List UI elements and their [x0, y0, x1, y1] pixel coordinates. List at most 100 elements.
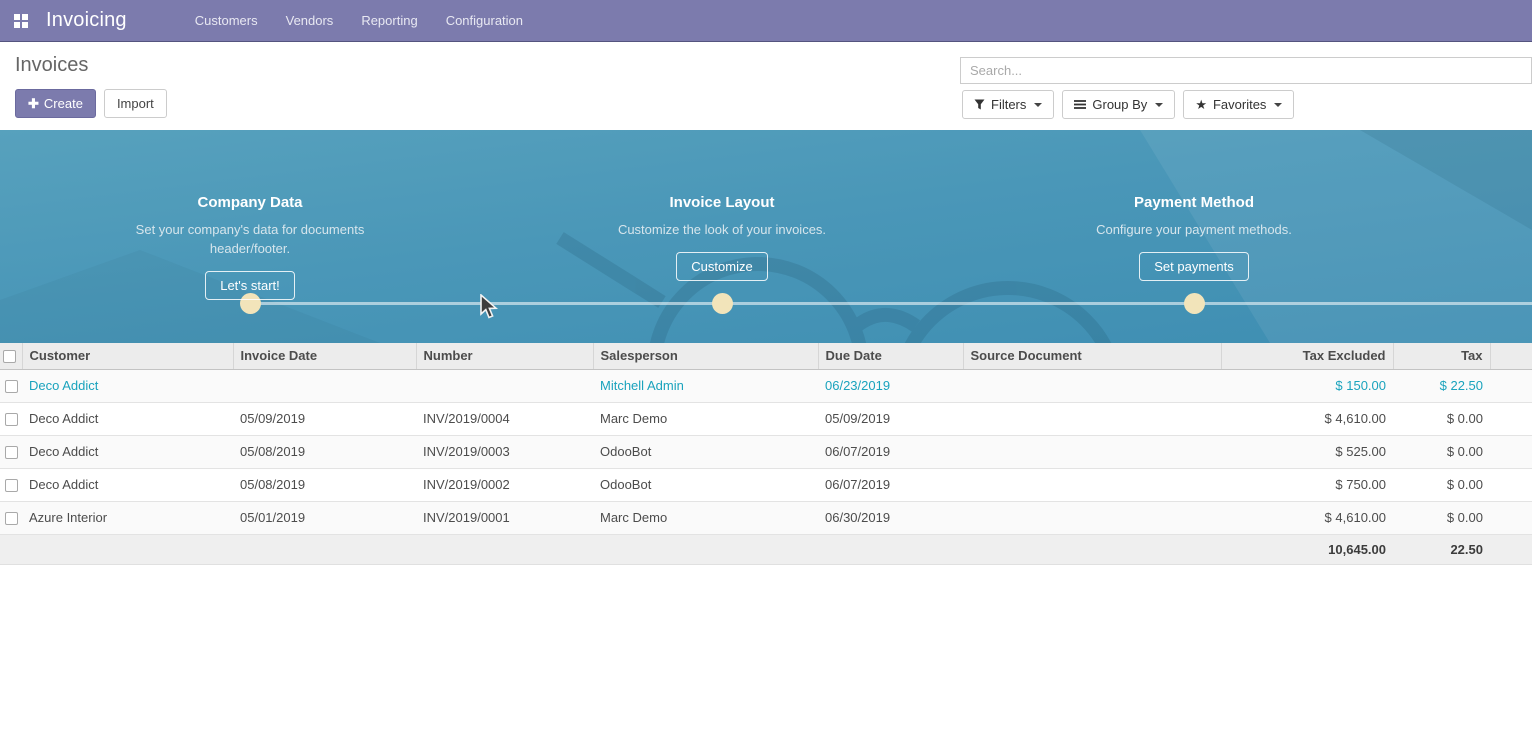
row-checkbox[interactable]	[5, 512, 18, 525]
favorites-label: Favorites	[1213, 97, 1266, 112]
cell-invoice-date: 05/08/2019	[233, 468, 416, 501]
invoice-row[interactable]: Deco Addict Mitchell Admin06/23/2019 $ 150…	[0, 369, 1532, 402]
cell-tax-excluded: $ 750.00	[1221, 468, 1393, 501]
total-tax: 22.50	[1393, 534, 1490, 564]
cell-invoice-date	[233, 369, 416, 402]
col-header-tax-excluded[interactable]: Tax Excluded	[1221, 343, 1393, 369]
invoice-rows: Deco Addict Mitchell Admin06/23/2019 $ 150…	[0, 369, 1532, 534]
customize-button[interactable]: Customize	[676, 252, 767, 281]
cell-tax: $ 0.00	[1393, 435, 1490, 468]
import-button-label: Import	[117, 96, 154, 111]
cell-salesperson: Marc Demo	[593, 402, 818, 435]
cell-customer: Deco Addict	[22, 468, 233, 501]
row-checkbox[interactable]	[5, 446, 18, 459]
step-description: Configure your payment methods.	[1077, 220, 1312, 239]
col-header-due-date[interactable]: Due Date	[818, 343, 963, 369]
cell-tax: $ 0.00	[1393, 468, 1490, 501]
cell-due-date: 06/30/2019	[818, 501, 963, 534]
col-header-customer[interactable]: Customer	[22, 343, 233, 369]
cell-salesperson: Marc Demo	[593, 501, 818, 534]
apps-grid-icon	[14, 14, 28, 28]
cell-customer: Azure Interior	[22, 501, 233, 534]
onboarding-step-invoice-layout: Invoice Layout Customize the look of you…	[562, 194, 882, 281]
import-button[interactable]: Import	[104, 89, 167, 118]
row-checkbox[interactable]	[5, 380, 18, 393]
cell-customer: Deco Addict	[22, 369, 233, 402]
cell-due-date: 06/07/2019	[818, 435, 963, 468]
lets-start-button[interactable]: Let's start!	[205, 271, 295, 300]
invoice-row[interactable]: Deco Addict05/08/2019INV/2019/0003OdooBo…	[0, 435, 1532, 468]
nav-item-customers[interactable]: Customers	[181, 0, 272, 42]
plus-icon: ✚	[28, 96, 39, 112]
cell-tax-excluded: $ 4,610.00	[1221, 501, 1393, 534]
filters-dropdown-button[interactable]: Filters	[962, 90, 1054, 119]
cell-number: INV/2019/0003	[416, 435, 593, 468]
col-header-extra	[1490, 343, 1532, 369]
row-select-cell	[0, 468, 22, 501]
cell-due-date: 06/07/2019	[818, 468, 963, 501]
cell-source-document	[963, 369, 1221, 402]
cell-tax-excluded: $ 150.00	[1221, 369, 1393, 402]
cell-invoice-date: 05/08/2019	[233, 435, 416, 468]
step-title: Invoice Layout	[562, 194, 882, 211]
step-description: Set your company's data for documents he…	[133, 220, 368, 258]
group-by-dropdown-button[interactable]: Group By	[1062, 90, 1175, 119]
cell-extra	[1490, 468, 1532, 501]
col-header-invoice-date[interactable]: Invoice Date	[233, 343, 416, 369]
filter-row: Filters Group By ★ Favorites	[962, 90, 1294, 119]
onboarding-progress-line	[250, 302, 1532, 305]
create-button-label: Create	[44, 96, 83, 111]
col-header-number[interactable]: Number	[416, 343, 593, 369]
col-header-source-document[interactable]: Source Document	[963, 343, 1221, 369]
cell-tax-excluded: $ 4,610.00	[1221, 402, 1393, 435]
select-all-checkbox[interactable]	[3, 350, 16, 363]
row-select-cell	[0, 501, 22, 534]
col-header-tax[interactable]: Tax	[1393, 343, 1490, 369]
invoice-row[interactable]: Azure Interior05/01/2019INV/2019/0001Mar…	[0, 501, 1532, 534]
onboarding-step-company-data: Company Data Set your company's data for…	[90, 194, 410, 300]
row-select-cell	[0, 435, 22, 468]
star-icon: ★	[1195, 98, 1207, 111]
favorites-dropdown-button[interactable]: ★ Favorites	[1183, 90, 1294, 119]
invoice-row[interactable]: Deco Addict 05/09/2019 INV/2019/0004Marc D…	[0, 402, 1532, 435]
nav-menu: Customers Vendors Reporting Configuratio…	[181, 0, 537, 42]
set-payments-button[interactable]: Set payments	[1139, 252, 1249, 281]
group-by-label: Group By	[1092, 97, 1147, 112]
onboarding-banner: Company Data Set your company's data for…	[0, 130, 1532, 343]
cell-salesperson: OdooBot	[593, 468, 818, 501]
cell-invoice-date: 05/01/2019	[233, 501, 416, 534]
cell-tax: $ 0.00	[1393, 501, 1490, 534]
filters-label: Filters	[991, 97, 1026, 112]
cell-extra	[1490, 435, 1532, 468]
row-select-cell	[0, 369, 22, 402]
nav-item-reporting[interactable]: Reporting	[347, 0, 431, 42]
apps-menu-button[interactable]	[0, 0, 42, 42]
search-input[interactable]	[960, 57, 1532, 84]
col-header-salesperson[interactable]: Salesperson	[593, 343, 818, 369]
nav-item-vendors[interactable]: Vendors	[272, 0, 348, 42]
step-dot-invoice-layout	[712, 293, 733, 314]
caret-down-icon	[1274, 103, 1282, 107]
cell-number: INV/2019/0001	[416, 501, 593, 534]
cell-tax-excluded: $ 525.00	[1221, 435, 1393, 468]
invoice-list-table: Customer Invoice Date Number Salesperson…	[0, 343, 1532, 565]
cell-due-date: 06/23/2019	[818, 369, 963, 402]
page-title: Invoices	[15, 54, 88, 77]
cell-source-document	[963, 501, 1221, 534]
cell-number: INV/2019/0002	[416, 468, 593, 501]
cell-customer: Deco Addict	[22, 402, 233, 435]
step-dot-payment-method	[1184, 293, 1205, 314]
cell-salesperson: Mitchell Admin	[593, 369, 818, 402]
invoice-row[interactable]: Deco Addict05/08/2019INV/2019/0002OdooBo…	[0, 468, 1532, 501]
nav-item-configuration[interactable]: Configuration	[432, 0, 537, 42]
app-brand-title: Invoicing	[46, 9, 127, 32]
cell-number	[416, 369, 593, 402]
cell-due-date: 05/09/2019	[818, 402, 963, 435]
list-lines-icon	[1074, 99, 1086, 110]
row-checkbox[interactable]	[5, 479, 18, 492]
row-select-cell	[0, 402, 22, 435]
row-checkbox[interactable]	[5, 413, 18, 426]
cell-number: INV/2019/0004	[416, 402, 593, 435]
create-button[interactable]: ✚ Create	[15, 89, 96, 118]
step-description: Customize the look of your invoices.	[605, 220, 840, 239]
